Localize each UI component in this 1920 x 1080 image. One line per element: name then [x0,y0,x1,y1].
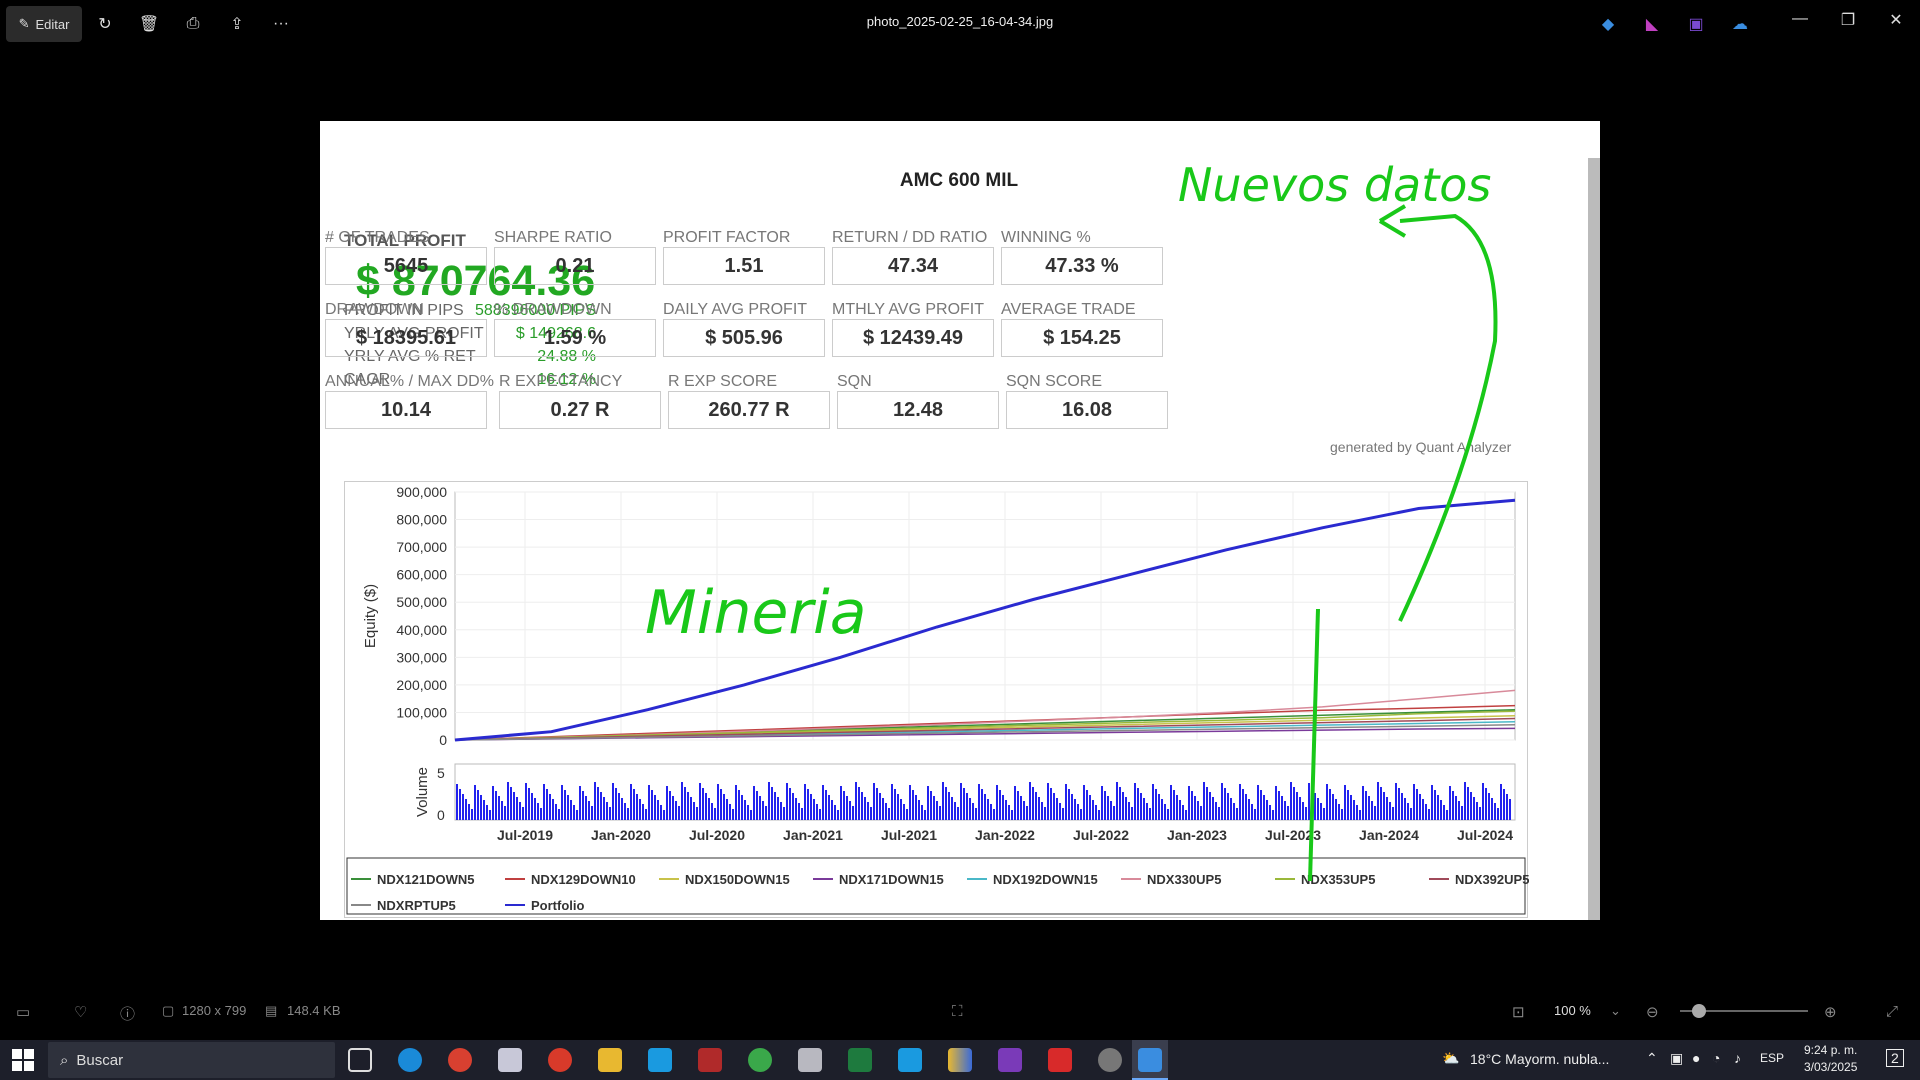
app-icon-8[interactable] [1048,1048,1072,1072]
wifi-icon[interactable]: ◔ [1712,1050,1720,1066]
minimize-icon[interactable]: — [1780,10,1820,28]
chrome-profile-icon[interactable] [748,1048,772,1072]
tray-chevron-icon[interactable]: ⌃ [1646,1050,1658,1067]
cloud-icon[interactable]: ☁ [1728,6,1752,42]
photo-content: AMC 600 MIL TOTAL PROFIT $ 870764.36 PRO… [320,121,1600,920]
filmstrip-icon[interactable]: ▭ [16,1003,30,1021]
app-icon-9[interactable] [1098,1048,1122,1072]
handwritten-vertical-line [1308,608,1320,882]
close-icon[interactable]: ✕ [1876,10,1916,30]
photos-app-taskbar[interactable] [1132,1040,1168,1080]
scrollbar[interactable] [1588,158,1600,920]
windows-start-icon[interactable] [12,1049,34,1071]
onenote-icon[interactable] [998,1048,1022,1072]
dimensions-icon: ▢ [162,1003,175,1018]
excel-icon[interactable] [848,1048,872,1072]
handwritten-arrow [1398,213,1498,622]
image-dimensions: 1280 x 799 [182,1003,247,1018]
app-icon-6[interactable] [898,1048,922,1072]
language-indicator[interactable]: ESP [1760,1051,1784,1065]
app-icon-1[interactable] [498,1048,522,1072]
file-size: 148.4 KB [287,1003,341,1018]
restore-icon[interactable]: ❐ [1828,10,1868,30]
fullscreen-icon[interactable]: ⤢ [1886,1003,1898,1020]
zoom-slider[interactable] [1680,1004,1808,1018]
zoom-out-icon[interactable]: ⊖ [1646,1003,1659,1021]
weather-text[interactable]: 18°C Mayorm. nubla... [1470,1051,1609,1067]
handwriting-mineria: Mineria [645,578,866,648]
app-icon-7[interactable] [948,1048,972,1072]
zoom-slider-thumb[interactable] [1692,1004,1706,1018]
status-bar: ▭ ♡ ⓘ ▢ 1280 x 799 ▤ 148.4 KB ⛶ ⊡ 100 % … [0,990,1920,1032]
handwriting-nuevos-datos: Nuevos datos [1178,158,1491,212]
app-icon-2[interactable] [548,1048,572,1072]
file-explorer-icon[interactable] [598,1048,622,1072]
screen-capture-icon[interactable]: ⛶ [952,1003,963,1020]
taskbar: ⌕ Buscar ⛅ 18°C Mayorm. nubla... ⌃ ▣ ● ◔ … [0,1040,1920,1080]
chevron-down-icon[interactable]: ⌄ [1610,1003,1621,1019]
video-icon[interactable]: ▣ [1684,6,1708,42]
system-tray: ⛅ 18°C Mayorm. nubla... ⌃ ▣ ● ◔ ♪ ESP 9:… [1440,1040,1920,1080]
camera-icon[interactable]: ▣ [1670,1050,1683,1067]
window-title: photo_2025-02-25_16-04-34.jpg [866,14,1054,29]
filesize-icon: ▤ [265,1003,278,1018]
clock-time[interactable]: 9:24 p. m. [1804,1043,1857,1057]
favorite-icon[interactable]: ♡ [74,1003,87,1021]
info-icon[interactable]: ⓘ [120,1003,135,1024]
designer-icon[interactable]: ◆ [1596,6,1620,42]
zoom-in-icon[interactable]: ⊕ [1824,1003,1837,1021]
mic-icon[interactable]: ● [1692,1050,1700,1066]
clipchamp-icon[interactable]: ◣ [1640,6,1664,42]
zoom-level[interactable]: 100 % [1554,1003,1591,1018]
handwriting-overlay: Nuevos datos Mineria [645,158,1498,882]
chrome-icon[interactable] [448,1048,472,1072]
notification-icon[interactable]: 2 [1886,1049,1904,1067]
task-view-icon[interactable] [348,1048,372,1072]
photos-icon [1138,1048,1162,1072]
volume-icon[interactable]: ♪ [1734,1050,1741,1066]
taskbar-search[interactable]: ⌕ Buscar [48,1042,335,1078]
edge-icon[interactable] [398,1048,422,1072]
weather-icon[interactable]: ⛅ [1442,1050,1459,1067]
search-icon: ⌕ [60,1051,69,1069]
fit-icon[interactable]: ⊡ [1512,1003,1525,1021]
app-icon-5[interactable] [798,1048,822,1072]
app-icon-4[interactable] [698,1048,722,1072]
app-icon-3[interactable] [648,1048,672,1072]
title-bar: ✎ Editar ↻ 🗑 ⎙ ⇪ ··· photo_2025-02-25_16-… [0,0,1920,48]
clock-date[interactable]: 3/03/2025 [1804,1060,1857,1074]
